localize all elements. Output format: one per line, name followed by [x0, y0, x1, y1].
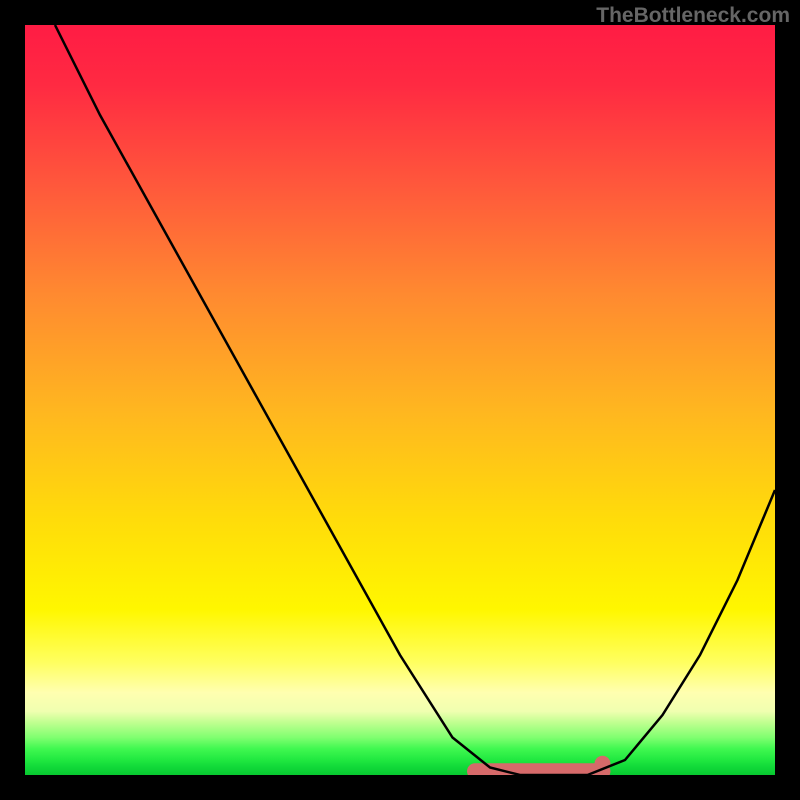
chart-svg: [25, 25, 775, 775]
bottleneck-curve: [55, 25, 775, 775]
plot-area: [25, 25, 775, 775]
watermark-text: TheBottleneck.com: [596, 4, 790, 28]
